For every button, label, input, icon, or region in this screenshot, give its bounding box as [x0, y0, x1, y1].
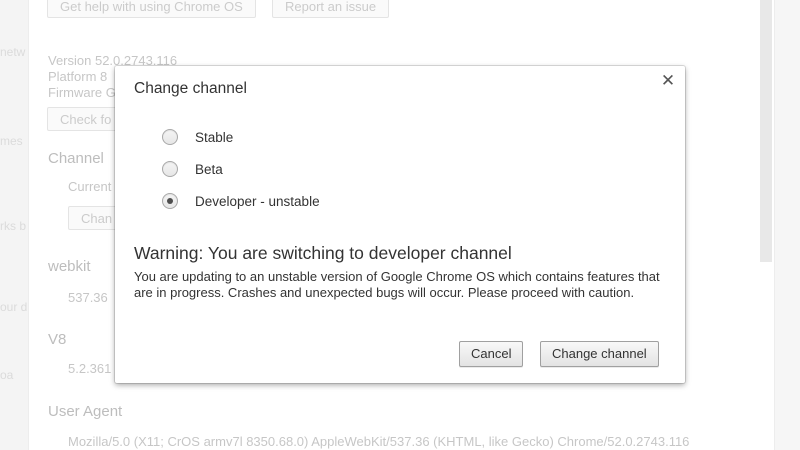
change-channel-dialog: Change channel ✕ Stable Beta Developer -… — [115, 66, 685, 383]
radio-button-selected[interactable] — [162, 193, 178, 209]
radio-button[interactable] — [162, 161, 178, 177]
radio-label: Developer - unstable — [195, 193, 320, 209]
radio-option-beta[interactable]: Beta — [162, 159, 223, 179]
warning-body: You are updating to an unstable version … — [134, 269, 660, 300]
radio-label: Stable — [195, 129, 234, 145]
radio-label: Beta — [195, 161, 223, 177]
dialog-title: Change channel — [134, 80, 247, 97]
radio-option-stable[interactable]: Stable — [162, 127, 233, 147]
warning-title: Warning: You are switching to developer … — [134, 243, 512, 263]
radio-option-developer[interactable]: Developer - unstable — [162, 191, 320, 211]
cancel-button[interactable]: Cancel — [459, 341, 524, 367]
radio-button[interactable] — [162, 129, 178, 145]
change-channel-button[interactable]: Change channel — [540, 341, 659, 367]
close-icon[interactable]: ✕ — [659, 72, 677, 90]
